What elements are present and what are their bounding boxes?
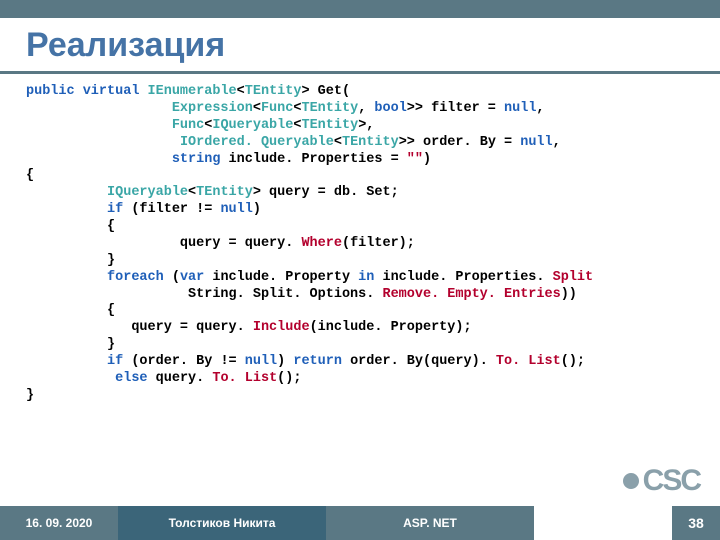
footer-author: Толстиков Никита [118,506,326,540]
logo-text: CSC [643,464,700,498]
footer-spacer [534,506,672,540]
title-rule [0,71,720,74]
slide-title: Реализация [26,26,720,65]
logo-dot-icon [623,473,639,489]
footer: 16. 09. 2020 Толстиков Никита ASP. NET 3… [0,506,720,540]
footer-date: 16. 09. 2020 [0,506,118,540]
footer-page-number: 38 [672,506,720,540]
code-block: public virtual IEnumerable<TEntity> Get(… [26,84,720,405]
slide: Реализация public virtual IEnumerable<TE… [0,0,720,540]
top-bar [0,0,720,18]
footer-subject: ASP. NET [326,506,534,540]
logo: CSC [623,464,700,498]
